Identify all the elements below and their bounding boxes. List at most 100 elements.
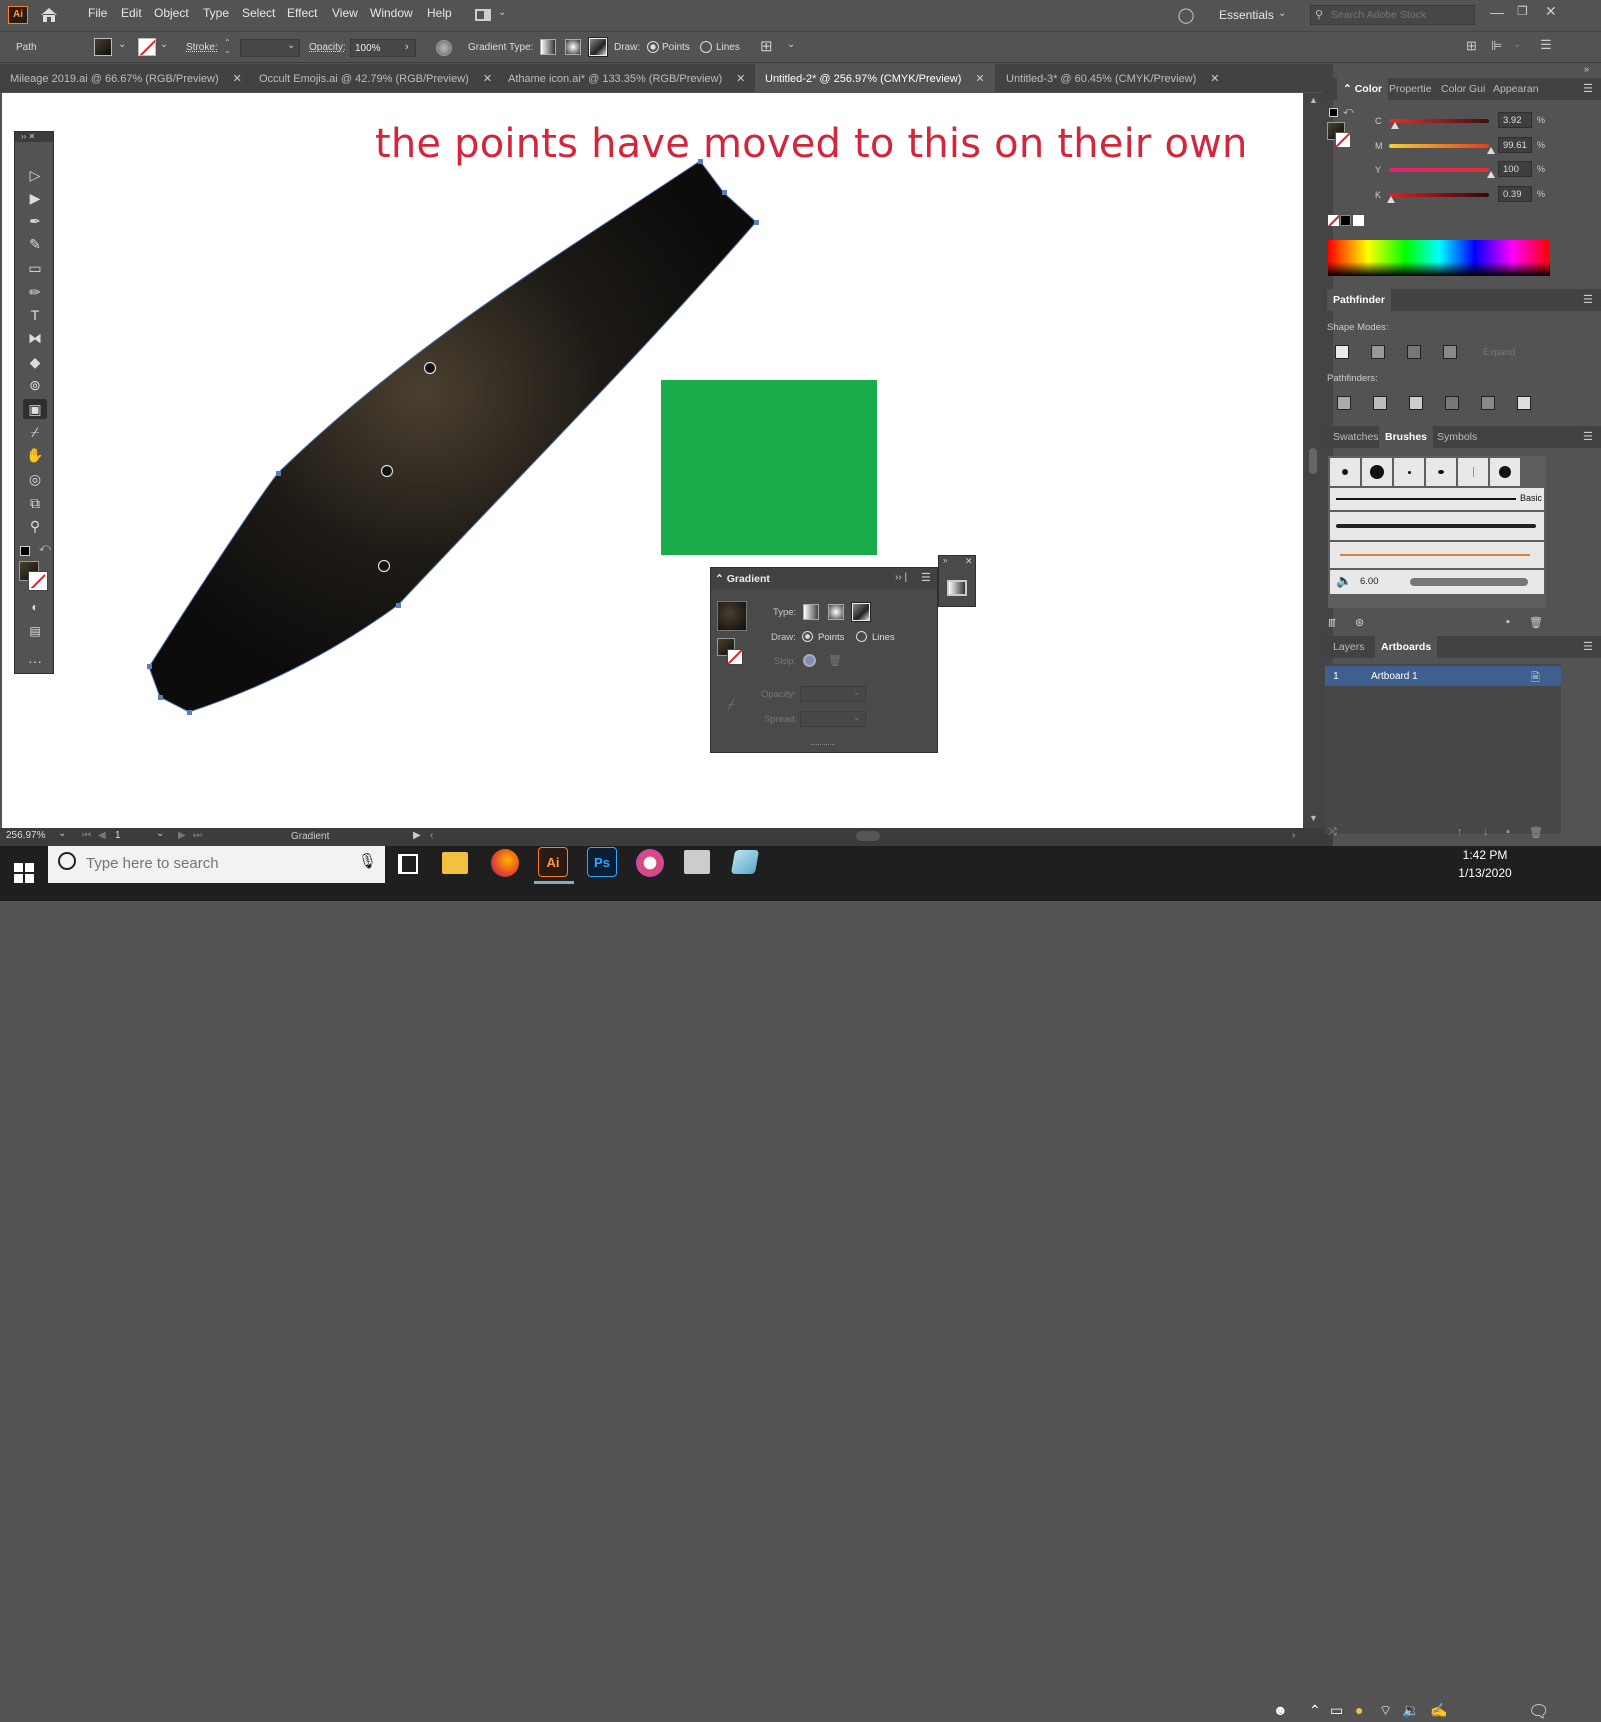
next-artboard-icon[interactable]: ▶ bbox=[178, 830, 186, 841]
stock-search-input[interactable] bbox=[1331, 8, 1471, 22]
brush-charcoal-row[interactable] bbox=[1330, 512, 1544, 540]
clock[interactable]: 1:42 PM 1/13/2020 bbox=[1455, 848, 1515, 880]
artboard-options-icon[interactable]: 🗎 bbox=[1531, 669, 1540, 688]
gradient-lines-label[interactable]: Lines bbox=[872, 632, 895, 643]
chevron-down-icon[interactable]: ⌄ bbox=[287, 40, 295, 51]
tab-artboards[interactable]: Artboards bbox=[1375, 636, 1438, 658]
gradient-points-label[interactable]: Points bbox=[818, 632, 844, 643]
tab-untitled-3[interactable]: Untitled-3* @ 60.45% (CMYK/Preview) ✕ bbox=[996, 64, 1230, 92]
brush-swatch[interactable] bbox=[1394, 458, 1424, 486]
radial-gradient-button[interactable] bbox=[565, 39, 581, 55]
panel-menu-icon[interactable]: ☰ bbox=[1540, 37, 1552, 53]
none-swatch[interactable] bbox=[1328, 215, 1339, 226]
stock-search-field[interactable]: ⚲ bbox=[1310, 5, 1475, 25]
expand-panel-icon[interactable]: » bbox=[943, 556, 947, 565]
tab-swatches[interactable]: Swatches bbox=[1327, 426, 1385, 448]
artboard-tool-icon[interactable]: ⧉ bbox=[23, 493, 47, 513]
weather-icon[interactable]: ● bbox=[1355, 1702, 1363, 1718]
draw-mode-icon[interactable]: ◐ bbox=[23, 597, 47, 617]
gradient-lines-radio[interactable] bbox=[856, 631, 867, 642]
tab-layers[interactable]: Layers bbox=[1327, 636, 1371, 658]
points-label[interactable]: Points bbox=[662, 42, 690, 53]
hscroll-left-icon[interactable]: ‹ bbox=[430, 830, 433, 841]
minus-front-icon[interactable] bbox=[1371, 345, 1385, 359]
itunes-icon[interactable] bbox=[636, 849, 664, 877]
hscroll-right-icon[interactable]: › bbox=[1292, 830, 1295, 841]
brush-swatch[interactable] bbox=[1490, 458, 1520, 486]
fill-stroke-proxy[interactable]: ⤺ bbox=[1327, 106, 1357, 158]
new-artboard-icon[interactable]: ▪ bbox=[1506, 826, 1510, 838]
menu-view[interactable]: View bbox=[332, 6, 358, 20]
toolbox-header[interactable]: ›› ✕ bbox=[15, 132, 53, 142]
lines-label[interactable]: Lines bbox=[716, 42, 740, 53]
brush-arrow-row[interactable] bbox=[1330, 542, 1544, 568]
white-swatch[interactable] bbox=[1353, 215, 1364, 226]
gradient-freeform-button[interactable] bbox=[851, 602, 871, 622]
illustrator-icon[interactable]: Ai bbox=[538, 847, 568, 877]
move-down-icon[interactable]: ↓ bbox=[1483, 826, 1489, 838]
cyan-slider-handle[interactable] bbox=[1391, 122, 1399, 129]
gradient-points-radio[interactable] bbox=[802, 631, 813, 642]
expand-panel-icon[interactable]: ›› | bbox=[895, 572, 907, 583]
close-window-button[interactable]: ✕ bbox=[1545, 3, 1557, 20]
minus-back-icon[interactable] bbox=[1517, 396, 1531, 410]
direct-selection-tool-icon[interactable]: ▶ bbox=[23, 188, 47, 208]
chevron-down-icon[interactable]: ⌄ bbox=[1278, 8, 1286, 19]
recolor-artwork-icon[interactable] bbox=[436, 40, 452, 56]
intersect-icon[interactable] bbox=[1407, 345, 1421, 359]
menu-file[interactable]: File bbox=[88, 6, 107, 20]
gradient-preview-swatch[interactable] bbox=[717, 601, 747, 631]
black-value-field[interactable]: 0.39 bbox=[1498, 186, 1532, 202]
blend-tool-icon[interactable]: ✋ bbox=[23, 445, 47, 465]
chevron-down-icon[interactable]: ⌄ bbox=[160, 39, 168, 50]
close-tab-icon[interactable]: ✕ bbox=[233, 73, 242, 85]
battery-icon[interactable]: ▭ bbox=[1330, 1702, 1343, 1719]
chevron-down-icon[interactable]: ⌄ bbox=[853, 712, 861, 723]
people-icon[interactable]: ☻ bbox=[1273, 1702, 1288, 1718]
close-panel-icon[interactable]: ✕ bbox=[965, 556, 973, 567]
arrange-icon[interactable]: ⊞ bbox=[1466, 38, 1477, 54]
stop-color-circle[interactable] bbox=[803, 654, 816, 667]
arrange-documents-icon[interactable] bbox=[475, 9, 491, 21]
gradient-tool-icon[interactable]: ▣ bbox=[23, 399, 47, 419]
close-tab-icon[interactable]: ✕ bbox=[736, 73, 745, 85]
tab-appearance[interactable]: Appearan bbox=[1487, 78, 1545, 100]
delete-stop-icon[interactable]: 🗑 bbox=[828, 654, 842, 667]
unite-icon[interactable] bbox=[1335, 345, 1349, 359]
zoom-tool-icon[interactable]: ⚲ bbox=[23, 516, 47, 536]
stroke-swatch[interactable] bbox=[138, 38, 156, 56]
gradient-spread-field[interactable]: ⌄ bbox=[800, 711, 866, 727]
gradient-radial-button[interactable] bbox=[828, 604, 844, 620]
new-brush-icon[interactable]: ▪ bbox=[1506, 616, 1510, 628]
artboard-row[interactable]: 1 Artboard 1 🗎 bbox=[1325, 666, 1561, 686]
restore-button[interactable]: ❐ bbox=[1517, 4, 1528, 18]
chevron-down-icon[interactable]: ⌄ bbox=[787, 39, 795, 50]
scroll-thumb[interactable] bbox=[1309, 448, 1317, 474]
freeform-gradient-button[interactable] bbox=[588, 37, 608, 57]
collapse-dock-icon[interactable]: » bbox=[1584, 64, 1589, 74]
panel-menu-icon[interactable]: ☰ bbox=[1583, 293, 1593, 306]
shape-builder-tool-icon[interactable]: ◎ bbox=[23, 469, 47, 489]
eraser-tool-icon[interactable]: ◆ bbox=[23, 352, 47, 372]
brush-swatch[interactable] bbox=[1458, 458, 1488, 486]
gradient-stroke-box[interactable] bbox=[727, 649, 743, 665]
chevron-down-icon[interactable]: ⌄ bbox=[853, 687, 861, 698]
swap-colors-icon[interactable]: ⤺ bbox=[39, 542, 51, 555]
panel-menu-icon[interactable]: ☰ bbox=[1583, 430, 1593, 443]
pencil-tool-icon[interactable]: ✏ bbox=[23, 282, 47, 302]
menu-help[interactable]: Help bbox=[427, 6, 452, 20]
more-tools-icon[interactable]: ··· bbox=[23, 651, 47, 671]
delete-brush-icon[interactable]: 🗑 bbox=[1529, 616, 1543, 629]
lightbulb-icon[interactable]: ◯ bbox=[1178, 6, 1195, 24]
horizontal-scroll-thumb[interactable] bbox=[856, 831, 880, 841]
menu-edit[interactable]: Edit bbox=[121, 6, 142, 20]
default-colors-icon[interactable] bbox=[20, 546, 30, 556]
magenta-slider[interactable] bbox=[1389, 144, 1489, 148]
chevron-right-icon[interactable]: › bbox=[405, 41, 409, 53]
firefox-icon[interactable] bbox=[491, 849, 519, 877]
tab-pathfinder[interactable]: Pathfinder bbox=[1327, 289, 1391, 311]
screen-mode-icon[interactable]: ▤ bbox=[23, 621, 47, 641]
start-button[interactable] bbox=[14, 863, 34, 883]
tab-mileage-2019[interactable]: Mileage 2019.ai @ 66.67% (RGB/Preview) ✕ bbox=[0, 64, 252, 92]
chevron-down-icon[interactable]: ⌄ bbox=[498, 7, 506, 18]
